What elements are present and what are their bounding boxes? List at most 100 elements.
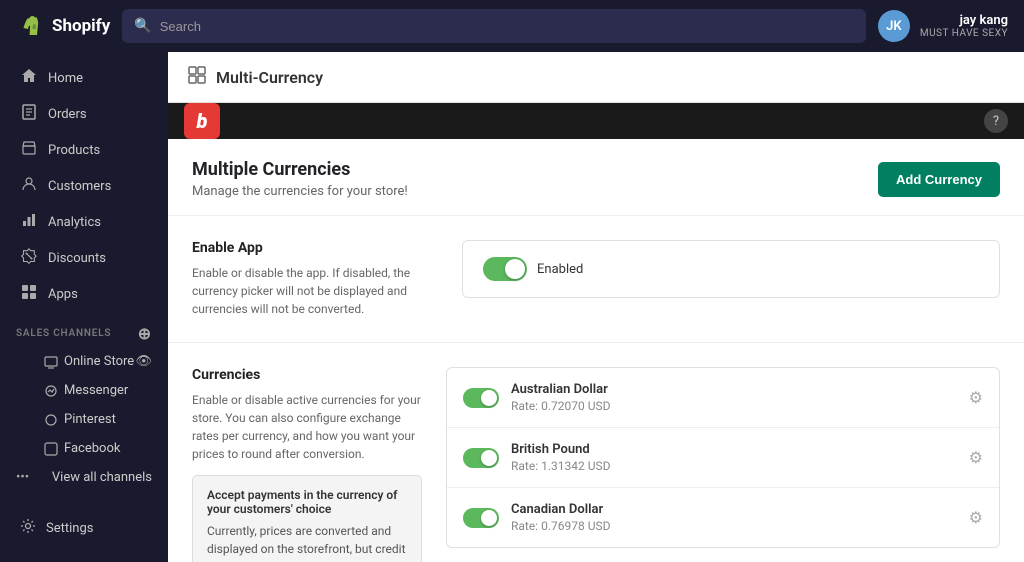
- settings-label: Settings: [46, 521, 93, 536]
- sidebar-label-home: Home: [48, 71, 83, 86]
- currencies-section: Currencies Enable or disable active curr…: [168, 343, 1024, 562]
- page-header: Multi-Currency: [168, 52, 1024, 103]
- toggle-label: Enabled: [537, 262, 583, 277]
- avatar: JK: [878, 10, 910, 42]
- currencies-description: Enable or disable active currencies for …: [192, 391, 422, 463]
- view-all-label: View all channels: [52, 470, 152, 485]
- dots-icon: •••: [16, 470, 29, 485]
- enable-description: Enable or disable the app. If disabled, …: [192, 264, 422, 318]
- currency-name-0: Australian Dollar: [511, 382, 957, 397]
- user-area[interactable]: JK jay kang MUST HAVE SEXY: [878, 10, 1008, 42]
- table-row: Australian Dollar Rate: 0.72070 USD ⚙: [447, 368, 999, 428]
- currency-info-2: Canadian Dollar Rate: 0.76978 USD: [511, 502, 957, 533]
- sidebar-label-apps: Apps: [48, 287, 78, 302]
- app-banner: b ?: [168, 103, 1024, 139]
- user-name: jay kang: [920, 13, 1008, 28]
- pinterest-label: Pinterest: [44, 412, 116, 427]
- sidebar-label-products: Products: [48, 143, 100, 158]
- currency-gear-1[interactable]: ⚙: [969, 448, 983, 467]
- table-row: British Pound Rate: 1.31342 USD ⚙: [447, 428, 999, 488]
- discounts-icon: [20, 248, 38, 268]
- search-input[interactable]: [160, 19, 854, 34]
- currency-gear-2[interactable]: ⚙: [969, 508, 983, 527]
- customers-icon: [20, 176, 38, 196]
- layout: Home Orders Products Customers Analytics: [0, 52, 1024, 562]
- currencies-header-left: Multiple Currencies Manage the currencie…: [192, 159, 408, 199]
- sidebar-item-customers[interactable]: Customers: [4, 168, 164, 204]
- sidebar-item-orders[interactable]: Orders: [4, 96, 164, 132]
- view-all-channels[interactable]: ••• View all channels: [0, 463, 168, 492]
- sidebar-label-discounts: Discounts: [48, 251, 106, 266]
- currencies-left: Currencies Enable or disable active curr…: [192, 367, 422, 562]
- logo[interactable]: shopify: [16, 12, 110, 40]
- sidebar-item-facebook[interactable]: Facebook: [0, 434, 168, 463]
- currency-info-0: Australian Dollar Rate: 0.72070 USD: [511, 382, 957, 413]
- sidebar-item-online-store[interactable]: Online Store 👁: [0, 347, 168, 376]
- analytics-icon: [20, 212, 38, 232]
- main-title: Multiple Currencies: [192, 159, 408, 180]
- info-box-title: Accept payments in the currency of your …: [207, 488, 407, 516]
- home-icon: [20, 68, 38, 88]
- online-store-label: Online Store: [44, 354, 134, 369]
- eye-icon[interactable]: 👁: [135, 354, 152, 369]
- sidebar-label-orders: Orders: [48, 107, 87, 122]
- currency-rate-1: Rate: 1.31342 USD: [511, 459, 957, 473]
- page-header-icon: [188, 66, 206, 88]
- content-section: Multiple Currencies Manage the currencie…: [168, 139, 1024, 562]
- shopify-logo-icon: [16, 12, 44, 40]
- products-icon: [20, 140, 38, 160]
- currency-name-2: Canadian Dollar: [511, 502, 957, 517]
- user-subtitle: MUST HAVE SEXY: [920, 28, 1008, 39]
- currency-list: Australian Dollar Rate: 0.72070 USD ⚙ Br…: [446, 367, 1000, 548]
- currency-info-1: British Pound Rate: 1.31342 USD: [511, 442, 957, 473]
- sidebar: Home Orders Products Customers Analytics: [0, 52, 168, 562]
- currency-rate-2: Rate: 0.76978 USD: [511, 519, 957, 533]
- user-info: jay kang MUST HAVE SEXY: [920, 13, 1008, 39]
- currency-gear-0[interactable]: ⚙: [969, 388, 983, 407]
- currencies-right: Australian Dollar Rate: 0.72070 USD ⚙ Br…: [446, 367, 1000, 562]
- sidebar-item-home[interactable]: Home: [4, 60, 164, 96]
- enable-left: Enable App Enable or disable the app. If…: [192, 240, 422, 318]
- search-bar: 🔍: [122, 9, 866, 43]
- banner-logo: b: [184, 103, 220, 139]
- sidebar-label-analytics: Analytics: [48, 215, 101, 230]
- sidebar-item-messenger[interactable]: Messenger: [0, 376, 168, 405]
- add-currency-button[interactable]: Add Currency: [878, 162, 1000, 197]
- currencies-title: Currencies: [192, 367, 422, 383]
- messenger-label: Messenger: [44, 383, 128, 398]
- info-box: Accept payments in the currency of your …: [192, 475, 422, 562]
- search-icon: 🔍: [134, 18, 151, 34]
- apps-icon: [20, 284, 38, 304]
- currency-toggle-1[interactable]: [463, 448, 499, 468]
- add-sales-channel-icon[interactable]: ⊕: [138, 324, 152, 343]
- sidebar-item-analytics[interactable]: Analytics: [4, 204, 164, 240]
- main-content: Multi-Currency b ? Multiple Currencies M…: [168, 52, 1024, 562]
- sidebar-item-settings[interactable]: Settings: [4, 510, 164, 546]
- sidebar-label-customers: Customers: [48, 179, 111, 194]
- info-box-text: Currently, prices are converted and disp…: [207, 522, 407, 562]
- enable-toggle-container: Enabled: [483, 257, 583, 281]
- facebook-label: Facebook: [44, 441, 120, 456]
- sidebar-item-apps[interactable]: Apps: [4, 276, 164, 312]
- currencies-header: Multiple Currencies Manage the currencie…: [168, 139, 1024, 216]
- sidebar-item-products[interactable]: Products: [4, 132, 164, 168]
- enable-title: Enable App: [192, 240, 422, 256]
- sidebar-item-pinterest[interactable]: Pinterest: [0, 405, 168, 434]
- banner-help-icon[interactable]: ?: [984, 109, 1008, 133]
- currency-toggle-0[interactable]: [463, 388, 499, 408]
- orders-icon: [20, 104, 38, 124]
- enable-right: Enabled: [462, 240, 1000, 298]
- settings-icon: [20, 518, 36, 538]
- main-subtitle: Manage the currencies for your store!: [192, 184, 408, 199]
- top-nav: shopify 🔍 JK jay kang MUST HAVE SEXY: [0, 0, 1024, 52]
- sales-channels-label: SALES CHANNELS ⊕: [0, 312, 168, 347]
- currency-toggle-2[interactable]: [463, 508, 499, 528]
- sidebar-item-discounts[interactable]: Discounts: [4, 240, 164, 276]
- currency-rate-0: Rate: 0.72070 USD: [511, 399, 957, 413]
- currency-name-1: British Pound: [511, 442, 957, 457]
- enable-app-toggle[interactable]: [483, 257, 527, 281]
- logo-text: shopify: [52, 16, 110, 36]
- page-title: Multi-Currency: [216, 68, 323, 87]
- enable-app-section: Enable App Enable or disable the app. If…: [168, 216, 1024, 343]
- table-row: Canadian Dollar Rate: 0.76978 USD ⚙: [447, 488, 999, 547]
